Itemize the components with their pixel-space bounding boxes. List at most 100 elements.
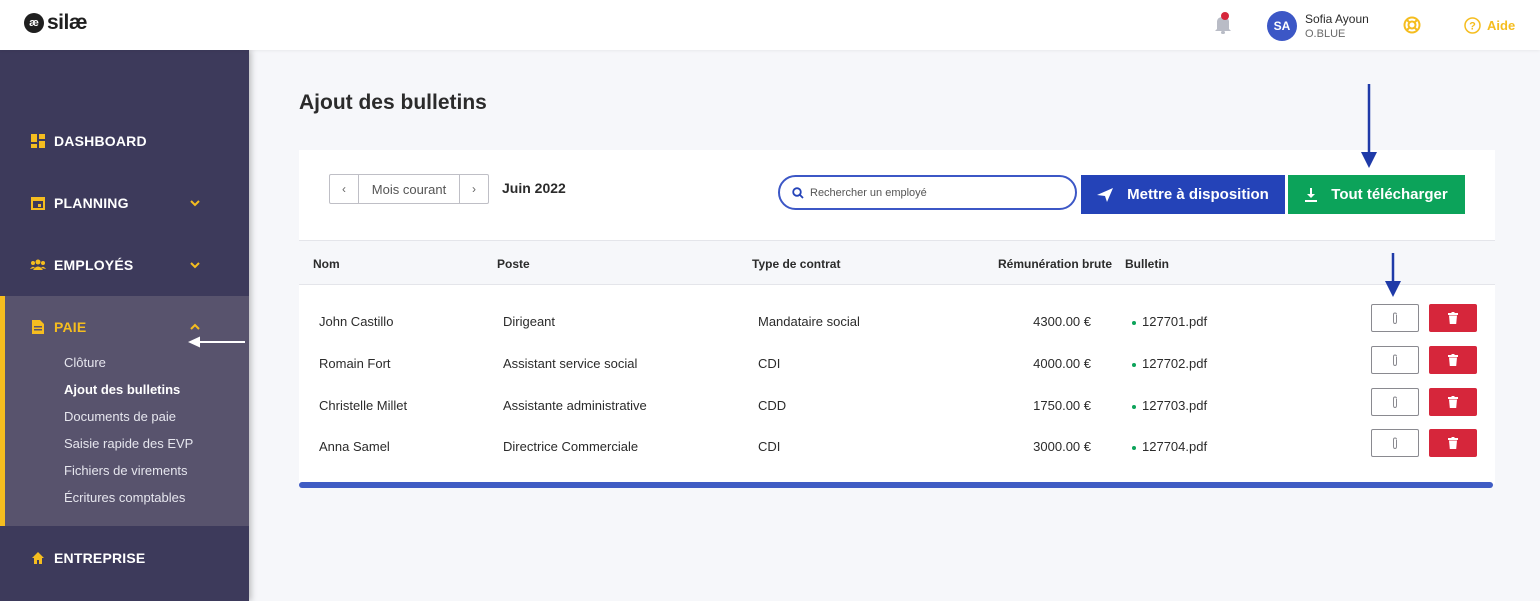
download-all-label: Tout télécharger	[1331, 186, 1448, 203]
user-organization: O.BLUE	[1305, 27, 1346, 40]
sidebar-section-paie: PAIE Clôture Ajout des bulletins Documen…	[0, 296, 249, 526]
cell-nom: Christelle Millet	[319, 398, 408, 413]
subnav-item-documents-paie[interactable]: Documents de paie	[64, 407, 193, 434]
previous-month-button[interactable]: ‹	[330, 175, 358, 203]
cell-bulletin[interactable]: 127701.pdf	[1132, 314, 1207, 329]
attach-button[interactable]	[1371, 429, 1419, 457]
search-input[interactable]	[810, 186, 1050, 199]
cell-poste: Assistante administrative	[503, 398, 647, 413]
month-navigator: ‹ Mois courant ›	[329, 174, 489, 204]
cell-remuneration: 3000.00 €	[1033, 439, 1091, 454]
trash-icon	[1448, 354, 1458, 366]
publish-button-label: Mettre à disposition	[1127, 186, 1269, 203]
cell-nom: Anna Samel	[319, 439, 390, 454]
cell-contrat: CDI	[758, 356, 781, 371]
cell-nom: John Castillo	[319, 314, 394, 329]
chevron-up-icon[interactable]	[188, 320, 202, 334]
subnav-item-saisie-evp[interactable]: Saisie rapide des EVP	[64, 434, 193, 461]
sidebar-item-label: PAIE	[54, 319, 87, 335]
top-bar: æ silæ SA Sofia Ayoun O.BLUE ? Aide	[0, 0, 1540, 50]
status-dot	[1132, 445, 1136, 450]
user-name: Sofia Ayoun	[1305, 11, 1369, 26]
annotation-arrow-down-icon	[1361, 84, 1377, 168]
trash-icon	[1448, 396, 1458, 408]
cell-poste: Directrice Commerciale	[503, 439, 639, 454]
help-label: Aide	[1487, 18, 1516, 33]
cell-poste: Assistant service social	[503, 356, 638, 371]
cell-bulletin[interactable]: 127703.pdf	[1132, 398, 1207, 413]
logo-mark: æ	[24, 13, 44, 33]
cell-remuneration: 1750.00 €	[1033, 398, 1091, 413]
chevron-down-icon	[188, 258, 202, 272]
table-header: Nom Poste Type de contrat Rémunération b…	[299, 240, 1495, 285]
delete-button[interactable]	[1429, 304, 1477, 332]
avatar: SA	[1267, 11, 1297, 41]
status-dot	[1132, 320, 1136, 325]
status-dot	[1132, 362, 1136, 367]
attach-button[interactable]	[1371, 304, 1419, 332]
subnav-item-cloture[interactable]: Clôture	[64, 353, 193, 380]
notification-bell-icon[interactable]	[1212, 12, 1234, 36]
sidebar: DASHBOARD PLANNING EMPLOYÉS PAIE Clôture…	[0, 50, 249, 601]
cell-contrat: CDD	[758, 398, 787, 413]
subnav-item-ecritures-comptables[interactable]: Écritures comptables	[64, 488, 193, 515]
download-icon	[1305, 187, 1318, 202]
next-month-button[interactable]: ›	[460, 175, 488, 203]
column-header-contrat: Type de contrat	[752, 257, 841, 271]
trash-icon	[1448, 312, 1458, 324]
calendar-icon	[30, 195, 46, 211]
delete-button[interactable]	[1429, 346, 1477, 374]
user-menu[interactable]: SA Sofia Ayoun O.BLUE	[1267, 11, 1369, 41]
employee-search	[778, 175, 1077, 210]
delete-button[interactable]	[1429, 388, 1477, 416]
column-header-remuneration: Rémunération brute	[998, 257, 1113, 271]
status-dot	[1132, 404, 1136, 409]
bulletins-card: ‹ Mois courant › Juin 2022 Mettre à disp…	[299, 150, 1495, 484]
users-icon	[30, 257, 46, 273]
silae-logo[interactable]: æ silæ	[24, 11, 88, 34]
bulletin-filename: 127702.pdf	[1142, 356, 1208, 371]
trash-icon	[1448, 437, 1458, 449]
support-lifebuoy-icon[interactable]	[1403, 16, 1421, 34]
sidebar-item-employes[interactable]: EMPLOYÉS	[0, 250, 249, 280]
annotation-arrow-left-icon	[188, 336, 245, 348]
document-icon	[30, 319, 46, 335]
bulletin-filename: 127701.pdf	[1142, 314, 1208, 329]
cell-bulletin[interactable]: 127704.pdf	[1132, 439, 1207, 454]
chevron-down-icon	[188, 196, 202, 210]
current-month-button[interactable]: Mois courant	[358, 175, 460, 203]
table-row: Christelle Millet Assistante administrat…	[299, 386, 1495, 428]
sidebar-item-label: ENTREPRISE	[54, 550, 146, 566]
cell-remuneration: 4300.00 €	[1033, 314, 1091, 329]
delete-button[interactable]	[1429, 429, 1477, 457]
help-circle-icon: ?	[1464, 17, 1481, 34]
download-all-button[interactable]: Tout télécharger	[1288, 175, 1465, 214]
subnav-item-fichiers-virements[interactable]: Fichiers de virements	[64, 461, 193, 488]
table-row: Romain Fort Assistant service social CDI…	[299, 344, 1495, 386]
card-bottom-bar	[299, 482, 1493, 488]
cell-contrat: Mandataire social	[758, 314, 860, 329]
bulletin-filename: 127704.pdf	[1142, 439, 1208, 454]
page-title: Ajout des bulletins	[299, 91, 487, 114]
bulletin-filename: 127703.pdf	[1142, 398, 1208, 413]
attach-button[interactable]	[1371, 388, 1419, 416]
sidebar-item-paie[interactable]: PAIE	[30, 312, 86, 342]
sidebar-item-dashboard[interactable]: DASHBOARD	[0, 126, 249, 156]
annotation-arrow-down-icon	[1385, 253, 1401, 297]
home-icon	[30, 550, 46, 566]
sidebar-item-label: DASHBOARD	[54, 133, 147, 149]
paperclip-icon	[1393, 436, 1397, 449]
publish-button[interactable]: Mettre à disposition	[1081, 175, 1285, 214]
paie-subnav: Clôture Ajout des bulletins Documents de…	[64, 353, 193, 515]
sidebar-item-planning[interactable]: PLANNING	[0, 188, 249, 218]
help-link[interactable]: ? Aide	[1464, 17, 1515, 34]
sidebar-item-entreprise[interactable]: ENTREPRISE	[0, 543, 249, 573]
attach-button[interactable]	[1371, 346, 1419, 374]
cell-bulletin[interactable]: 127702.pdf	[1132, 356, 1207, 371]
send-icon	[1097, 187, 1114, 202]
column-header-nom: Nom	[313, 257, 340, 271]
paperclip-icon	[1393, 353, 1397, 366]
logo-text: silæ	[47, 11, 88, 34]
subnav-item-ajout-bulletins[interactable]: Ajout des bulletins	[64, 380, 193, 407]
svg-text:?: ?	[1469, 21, 1476, 33]
